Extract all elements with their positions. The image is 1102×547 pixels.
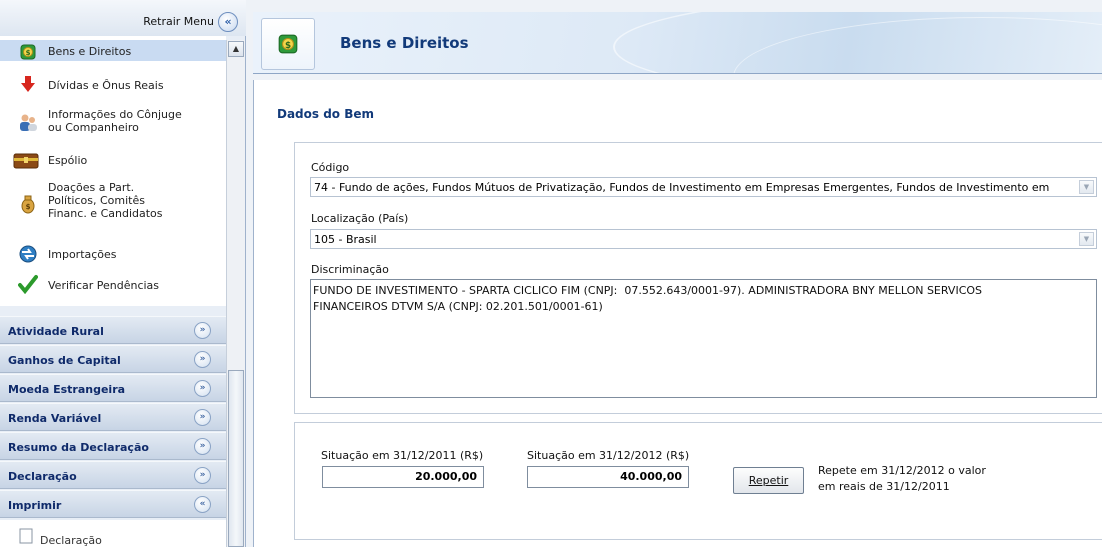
document-icon (19, 528, 33, 544)
checkmark-icon (18, 275, 38, 294)
sidebar-item-dividas[interactable]: Dívidas e Ônus Reais (0, 74, 226, 94)
section-label: Ganhos de Capital (8, 354, 121, 367)
svg-text:$: $ (26, 203, 31, 211)
sidebar-item-label: Bens e Direitos (48, 45, 132, 58)
scroll-up-icon[interactable]: ▲ (228, 41, 244, 57)
scroll-thumb[interactable] (228, 370, 244, 547)
collapse-menu-icon[interactable]: « (218, 12, 238, 32)
page-header: $ Bens e Direitos (253, 12, 1102, 74)
situacao-2011-label: Situação em 31/12/2011 (R$) (321, 449, 484, 462)
expand-chevron-icon[interactable]: » (194, 438, 211, 455)
dados-do-bem-group: Código 74 - Fundo de ações, Fundos Mútuo… (294, 142, 1102, 414)
section-title: Dados do Bem (277, 107, 375, 121)
section-atividade-rural[interactable]: Atividade Rural » (0, 316, 226, 344)
section-label: Resumo da Declaração (8, 441, 149, 454)
header-icon-box: $ (261, 18, 315, 70)
content-area: Dados do Bem Código 74 - Fundo de ações,… (253, 80, 1102, 547)
sidebar-subitem-label: Declaração (40, 534, 102, 547)
section-label: Moeda Estrangeira (8, 383, 126, 396)
section-ganhos-de-capital[interactable]: Ganhos de Capital » (0, 345, 226, 373)
couple-icon (20, 114, 37, 131)
section-label: Imprimir (8, 499, 62, 512)
situacao-2011-input[interactable]: 20.000,00 (322, 466, 484, 488)
svg-text:$: $ (285, 41, 291, 51)
section-label: Renda Variável (8, 412, 102, 425)
sidebar-subitem-declaracao[interactable]: Declaração (0, 520, 226, 547)
sidebar: Retrair Menu « $ Bens e Direitos Dívidas… (0, 0, 246, 547)
donation-bag-icon: $ (21, 195, 35, 214)
sidebar-item-label: Informações do Cônjuge ou Companheiro (48, 108, 182, 134)
localizacao-label: Localização (País) (311, 212, 409, 225)
sidebar-nav-list: $ Bens e Direitos Dívidas e Ônus Reais I… (0, 36, 226, 306)
chevron-down-icon[interactable]: ▼ (1079, 180, 1094, 194)
section-label: Atividade Rural (8, 325, 104, 338)
localizacao-value: 105 - Brasil (314, 233, 377, 246)
sidebar-item-importacoes[interactable]: Importações (0, 244, 226, 264)
expand-chevron-icon[interactable]: » (194, 467, 211, 484)
page-title: Bens e Direitos (340, 34, 469, 52)
section-label: Declaração (8, 470, 77, 483)
sidebar-item-doacoes[interactable]: $ Doações a Part. Políticos, Comitês Fin… (0, 178, 226, 230)
collapse-chevron-icon[interactable]: « (194, 496, 211, 513)
chevron-down-icon[interactable]: ▼ (1079, 232, 1094, 246)
situacao-2012-input[interactable]: 40.000,00 (527, 466, 689, 488)
sidebar-item-espolio[interactable]: Espólio (0, 150, 226, 170)
expand-chevron-icon[interactable]: » (194, 409, 211, 426)
sidebar-item-verificar-pendencias[interactable]: Verificar Pendências (0, 274, 226, 298)
section-moeda-estrangeira[interactable]: Moeda Estrangeira » (0, 374, 226, 402)
repetir-button[interactable]: Repetir (733, 467, 804, 494)
expand-chevron-icon[interactable]: » (194, 351, 211, 368)
svg-text:$: $ (26, 49, 31, 57)
localizacao-select[interactable]: 105 - Brasil ▼ (310, 229, 1097, 249)
main-panel: $ Bens e Direitos Dados do Bem Código 74… (246, 0, 1102, 547)
globe-icon (19, 245, 37, 263)
collapse-menu-bar[interactable]: Retrair Menu « (0, 0, 246, 36)
valores-group: Situação em 31/12/2011 (R$) 20.000,00 Si… (294, 422, 1102, 540)
expand-chevron-icon[interactable]: » (194, 380, 211, 397)
sidebar-scrollbar[interactable]: ▲ (226, 40, 245, 547)
chest-icon (13, 153, 39, 169)
section-renda-variavel[interactable]: Renda Variável » (0, 403, 226, 431)
section-imprimir[interactable]: Imprimir « (0, 490, 226, 518)
sidebar-item-label: Importações (48, 248, 117, 261)
situacao-2012-label: Situação em 31/12/2012 (R$) (527, 449, 690, 462)
section-declaracao[interactable]: Declaração » (0, 461, 226, 489)
sidebar-item-label: Verificar Pendências (48, 279, 160, 292)
section-resumo-da-declaracao[interactable]: Resumo da Declaração » (0, 432, 226, 460)
discriminacao-textarea[interactable]: FUNDO DE INVESTIMENTO - SPARTA CICLICO F… (310, 279, 1097, 398)
discriminacao-label: Discriminação (311, 263, 389, 276)
expand-chevron-icon[interactable]: » (194, 322, 211, 339)
repetir-description: Repete em 31/12/2012 o valor em reais de… (818, 464, 986, 493)
sidebar-item-bens-e-direitos[interactable]: $ Bens e Direitos (0, 40, 226, 61)
codigo-value: 74 - Fundo de ações, Fundos Mútuos de Pr… (314, 181, 1050, 194)
red-down-arrow-icon (21, 76, 35, 92)
codigo-label: Código (311, 161, 350, 174)
sidebar-item-label: Doações a Part. Políticos, Comitês Finan… (48, 181, 163, 220)
sidebar-item-label: Espólio (48, 154, 88, 167)
sidebar-item-conjuge[interactable]: Informações do Cônjuge ou Companheiro (0, 102, 226, 138)
money-bag-icon: $ (20, 44, 36, 60)
codigo-select[interactable]: 74 - Fundo de ações, Fundos Mútuos de Pr… (310, 177, 1097, 197)
money-bag-icon: $ (278, 34, 298, 54)
collapse-menu-label[interactable]: Retrair Menu (143, 15, 214, 28)
sidebar-item-label: Dívidas e Ônus Reais (48, 79, 164, 92)
